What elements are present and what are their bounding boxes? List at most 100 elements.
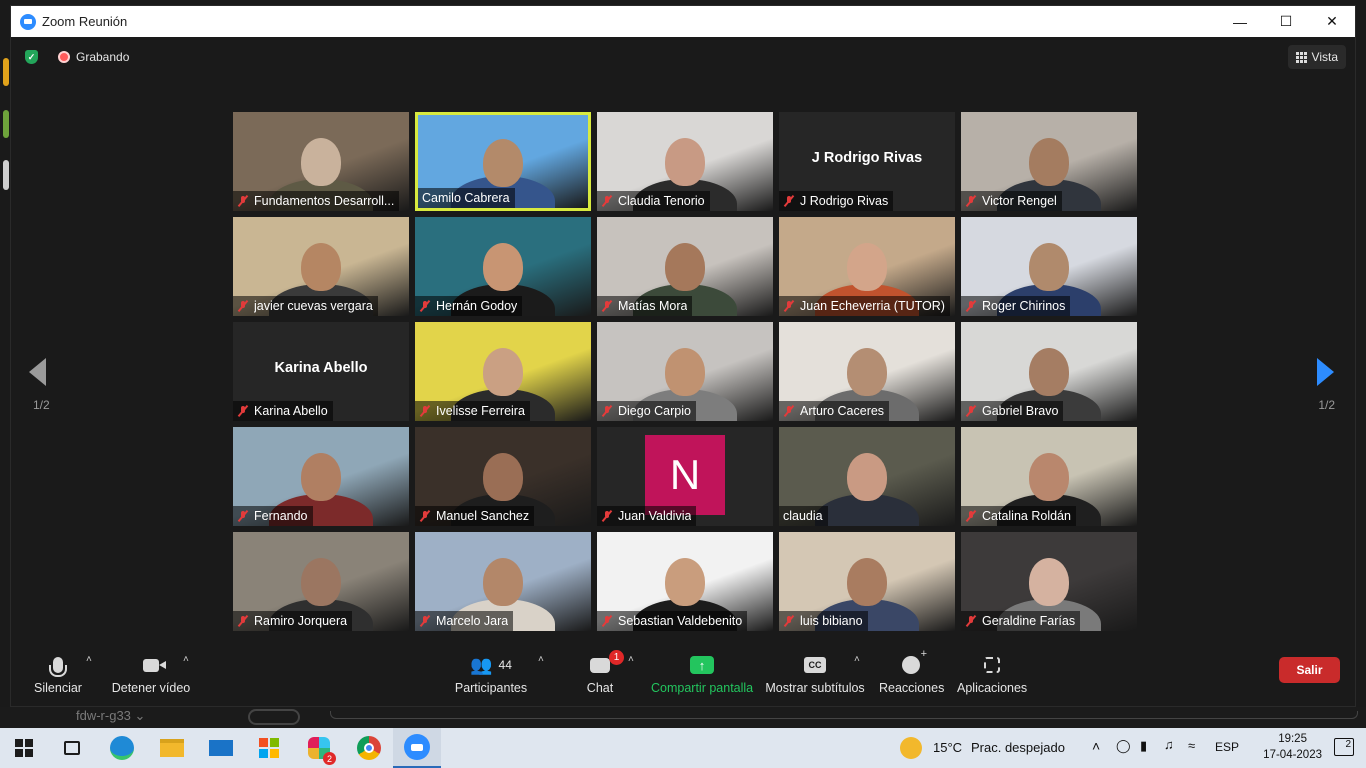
arrow-right-icon [1317,358,1334,386]
taskbar-zoom[interactable] [393,728,441,768]
participant-tile[interactable]: Diego Carpio [597,322,773,421]
participant-name: Juan Valdivia [618,509,692,523]
taskbar-slack[interactable]: 2 [305,734,336,765]
maximize-button[interactable]: ☐ [1263,6,1309,37]
notifications-button[interactable]: 2 [1334,738,1354,756]
audio-options-chevron-icon[interactable]: ˄ [86,654,92,665]
windows-taskbar: 2 15°C Prac. despejado ˄ ◯ ▮ ♫ ≈ ESP 19:… [0,728,1366,768]
reactions-label: Reacciones [879,681,945,695]
participant-name-bar: Arturo Caceres [779,401,890,421]
video-options-chevron-icon[interactable]: ˄ [183,654,189,665]
taskbar-mail[interactable] [207,734,235,762]
participant-tile[interactable]: Camilo Cabrera [415,112,591,211]
stop-video-button[interactable]: Detener vídeo [111,652,191,695]
camera-icon [143,658,166,672]
language-indicator[interactable]: ESP [1215,740,1239,754]
taskbar-edge[interactable] [108,734,136,762]
next-page-button[interactable] [1317,358,1337,388]
meet-now-icon[interactable]: ◯ [1116,738,1131,754]
muted-microphone-icon [419,510,431,522]
wifi-icon[interactable]: ≈ [1188,738,1195,753]
participant-name-bar: Diego Carpio [597,401,696,421]
participant-tile[interactable]: Manuel Sanchez [415,427,591,526]
participant-tile[interactable]: luis bibiano [779,532,955,631]
previous-page-button[interactable] [29,358,49,388]
reactions-button[interactable]: Reacciones [879,648,945,695]
background-window-edge [3,110,9,138]
participant-tile[interactable]: N Juan Valdivia [597,427,773,526]
view-button[interactable]: Vista [1287,45,1346,69]
view-label: Vista [1311,50,1338,64]
taskbar-store[interactable] [255,734,283,762]
mute-button[interactable]: Silenciar [33,652,83,695]
weather-icon[interactable] [900,737,922,759]
start-button[interactable] [10,734,38,762]
participant-name: Ivelisse Ferreira [436,404,525,418]
page-indicator-left: 1/2 [33,398,50,412]
participant-tile[interactable]: javier cuevas vergara [233,217,409,316]
muted-microphone-icon [601,510,613,522]
battery-icon[interactable]: ▮ [1140,738,1147,754]
leave-button[interactable]: Salir [1279,657,1340,683]
participant-name-bar: javier cuevas vergara [233,296,378,316]
slack-badge: 2 [323,752,336,765]
participants-label: Participantes [454,681,528,695]
muted-microphone-icon [601,300,613,312]
participant-tile[interactable]: claudia [779,427,955,526]
chat-button[interactable]: 1 Chat [581,649,624,695]
zoom-icon [404,734,430,760]
participant-name: Roger Chirinos [982,299,1066,313]
captions-button[interactable]: CC Mostrar subtítulos [765,652,865,695]
share-screen-button[interactable]: ↑ Compartir pantalla [651,652,753,695]
volume-icon[interactable]: ♫ [1164,737,1174,752]
clock-date: 17-04-2023 [1263,749,1322,761]
title-bar: Zoom Reunión — ☐ ✕ [11,6,1355,37]
task-view-button[interactable] [58,734,86,762]
tray-expand-chevron-icon[interactable]: ˄ [1092,738,1100,754]
participant-tile[interactable]: Fundamentos Desarroll... [233,112,409,211]
participant-name: Manuel Sanchez [436,509,530,523]
participants-options-chevron-icon[interactable]: ˄ [538,654,544,665]
participant-tile[interactable]: Arturo Caceres [779,322,955,421]
chat-label: Chat [586,681,614,695]
taskbar-chrome[interactable] [355,734,383,762]
encryption-shield-icon[interactable]: ✓ [25,50,38,64]
participant-name: Gabriel Bravo [982,404,1059,418]
participant-tile[interactable]: Juan Echeverria (TUTOR) [779,217,955,316]
participant-name-bar: Fundamentos Desarroll... [233,191,400,211]
participant-tile[interactable]: J Rodrigo Rivas J Rodrigo Rivas [779,112,955,211]
apps-button[interactable]: Aplicaciones [957,652,1027,695]
participant-tile[interactable]: Karina Abello Karina Abello [233,322,409,421]
participant-tile[interactable]: Fernando [233,427,409,526]
participant-tile[interactable]: Claudia Tenorio [597,112,773,211]
participant-tile[interactable]: Roger Chirinos [961,217,1137,316]
participant-tile[interactable]: Catalina Roldán [961,427,1137,526]
participant-tile[interactable]: Sebastian Valdebenito [597,532,773,631]
participant-tile[interactable]: Marcelo Jara [415,532,591,631]
captions-options-chevron-icon[interactable]: ˄ [854,654,860,665]
chat-options-chevron-icon[interactable]: ˄ [628,654,634,665]
participant-name-bar: Juan Valdivia [597,506,697,526]
close-button[interactable]: ✕ [1309,6,1355,37]
participant-tile[interactable]: Geraldine Farías [961,532,1137,631]
captions-label: Mostrar subtítulos [765,681,865,695]
participants-button[interactable]: 👥 44 Participantes [451,652,531,696]
participant-tile[interactable]: Ivelisse Ferreira [415,322,591,421]
participant-tile[interactable]: Hernán Godoy [415,217,591,316]
participants-count: 44 [498,658,512,672]
chrome-icon [357,736,381,760]
weather-temperature: 15°C [933,740,963,755]
closed-captions-icon: CC [804,657,826,673]
participant-name: Matías Mora [618,299,688,313]
participant-tile[interactable]: Victor Rengel [961,112,1137,211]
windows-logo-icon [15,739,33,757]
participant-name-bar: Roger Chirinos [961,296,1071,316]
participant-tile[interactable]: Ramiro Jorquera [233,532,409,631]
taskbar-file-explorer[interactable] [158,734,186,762]
minimize-button[interactable]: — [1217,6,1263,37]
participant-tile[interactable]: Matías Mora [597,217,773,316]
background-panel [330,711,1358,719]
clock[interactable]: 19:25 17-04-2023 [1263,731,1322,763]
participant-tile[interactable]: Gabriel Bravo [961,322,1137,421]
muted-microphone-icon [783,405,795,417]
